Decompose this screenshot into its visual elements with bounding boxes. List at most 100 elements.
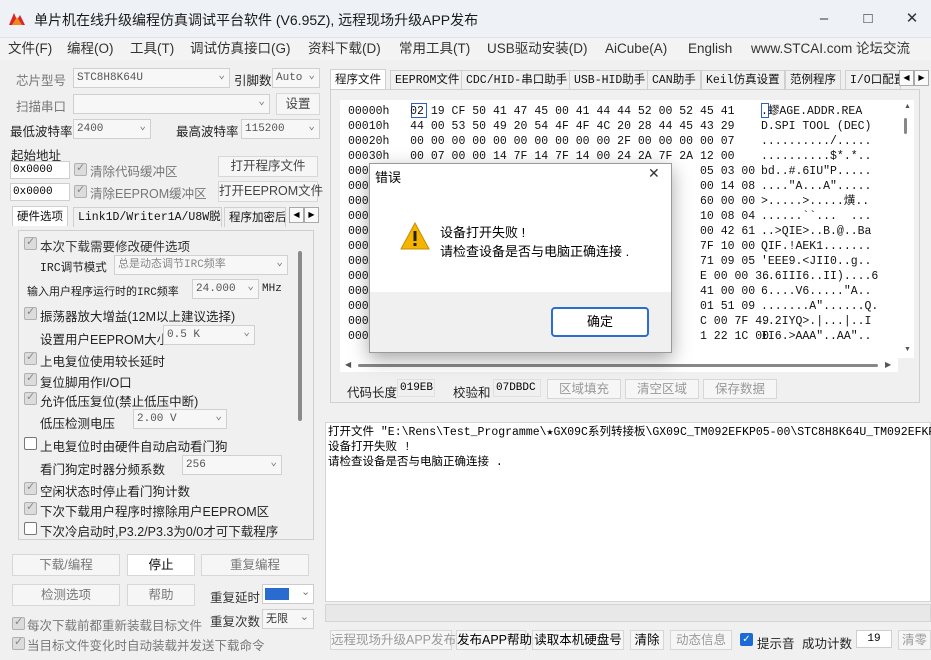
modify-options-checkbox[interactable] — [24, 235, 37, 250]
lvd-voltage-select[interactable]: 2.00 V — [133, 409, 227, 429]
hex-row-address: 00030h — [348, 150, 390, 163]
hex-row-address: 00010h — [348, 120, 390, 133]
port-select[interactable] — [73, 94, 270, 114]
scroll-thumb[interactable] — [904, 118, 907, 134]
menu-tools[interactable]: 工具(T) — [130, 38, 174, 60]
menu-debug[interactable]: 调试仿真接口(G) — [190, 38, 291, 60]
tab-can[interactable]: CAN助手 — [647, 70, 701, 90]
min-baud-select[interactable]: 2400 — [73, 119, 151, 139]
settings-button[interactable]: 设置 — [276, 93, 320, 115]
tab-io-config[interactable]: I/O口配置 — [845, 70, 901, 90]
options-scrollbar[interactable] — [298, 251, 302, 421]
output-log[interactable]: 打开文件 "E:\Rens\Test_Programme\★GX09C系列转接板… — [325, 422, 931, 602]
pin-select[interactable]: Auto — [272, 68, 320, 88]
tab-examples[interactable]: 范例程序 — [785, 70, 841, 90]
reset-count-button[interactable]: 清零 — [898, 630, 931, 650]
checksum-label: 校验和 — [453, 386, 491, 400]
clear-eeprom-checkbox[interactable] — [74, 183, 87, 198]
tab-scroll-right-icon[interactable]: ▶ — [304, 207, 319, 223]
idle-stop-wdt-label: 空闲状态时停止看门狗计数 — [40, 485, 191, 499]
scroll-right-icon[interactable]: ▶ — [885, 360, 891, 369]
check-options-button[interactable]: 检测选项 — [12, 584, 120, 606]
save-data-button[interactable]: 保存数据 — [703, 379, 777, 399]
help-button[interactable]: 帮助 — [127, 584, 195, 606]
menu-aicube[interactable]: AiCube(A) — [605, 38, 667, 60]
tab-eeprom-file[interactable]: EEPROM文件 — [390, 70, 465, 90]
lvd-reset-label: 允许低压复位(禁止低压中断) — [40, 395, 199, 409]
menu-file[interactable]: 文件(F) — [8, 38, 52, 60]
open-eeprom-file-button[interactable]: 打开EEPROM文件 — [218, 181, 323, 202]
scroll-down-icon[interactable]: ▼ — [904, 346, 911, 353]
publish-app-button[interactable]: 远程现场升级APP发布 — [330, 630, 456, 650]
erase-eeprom-label: 下次下载用户程序时擦除用户EEPROM区 — [40, 505, 270, 519]
open-program-file-button[interactable]: 打开程序文件 — [218, 156, 318, 177]
hex-row-bytes: 00 07 00 00 14 7F 14 7F 14 00 24 2A 7F 2… — [410, 150, 735, 163]
max-baud-select[interactable]: 115200 — [241, 119, 320, 139]
clear-region-button[interactable]: 清空区域 — [625, 379, 699, 399]
tab-hardware-options[interactable]: 硬件选项 — [12, 206, 68, 226]
tab-usb-hid[interactable]: USB-HID助手 — [569, 70, 651, 90]
title-bar: 单片机在线升级编程仿真调试平台软件 (V6.95Z), 远程现场升级APP发布 … — [0, 0, 931, 38]
erase-eeprom-checkbox[interactable] — [24, 500, 37, 515]
osc-gain-checkbox[interactable] — [24, 305, 37, 320]
code-address-input[interactable]: 0x0000 — [10, 161, 70, 179]
clear-log-button[interactable]: 清除 — [630, 630, 664, 650]
wdt-prescale-select[interactable]: 256 — [182, 455, 282, 475]
download-program-button[interactable]: 下载/编程 — [12, 554, 120, 576]
tab-scroll-left-icon[interactable]: ◀ — [289, 207, 304, 223]
tab-offline-writer[interactable]: Link1D/Writer1A/U8W脱机 — [73, 207, 222, 227]
menu-common-tools[interactable]: 常用工具(T) — [399, 38, 470, 60]
long-delay-checkbox[interactable] — [24, 350, 37, 365]
repeat-program-button[interactable]: 重复编程 — [201, 554, 309, 576]
menu-program[interactable]: 编程(O) — [67, 38, 114, 60]
scan-port-label: 扫描串口 — [16, 100, 67, 114]
maximize-icon[interactable]: □ — [848, 6, 888, 32]
right-tab-scroll-left-icon[interactable]: ◀ — [899, 70, 914, 86]
auto-reload-checkbox[interactable] — [12, 635, 25, 650]
hex-vertical-scrollbar[interactable]: ▲ ▼ — [898, 100, 914, 358]
minimize-icon[interactable]: – — [804, 6, 844, 32]
idle-stop-wdt-checkbox[interactable] — [24, 480, 37, 495]
auto-watchdog-checkbox[interactable] — [24, 437, 37, 450]
chip-select[interactable]: STC8H8K64U — [73, 68, 230, 88]
reload-before-download-checkbox[interactable] — [12, 615, 25, 630]
long-delay-label: 上电复位使用较长延时 — [40, 355, 166, 369]
sound-checkbox[interactable]: ✓ — [740, 633, 753, 646]
tab-encryption[interactable]: 程序加密后 — [224, 207, 286, 227]
hex-horizontal-scrollbar[interactable]: ◀ ▶ — [340, 358, 898, 372]
lvd-reset-checkbox[interactable] — [24, 390, 37, 405]
right-tab-scroll-right-icon[interactable]: ▶ — [914, 70, 929, 86]
irc-freq-select[interactable]: 24.000 — [192, 279, 259, 299]
dynamic-info-button[interactable]: 动态信息 — [670, 630, 732, 650]
publish-help-button[interactable]: 发布APP帮助 — [456, 630, 532, 650]
repeat-count-select[interactable]: 无限 — [262, 609, 314, 629]
ok-button[interactable]: 确定 — [551, 307, 649, 337]
scroll-left-icon[interactable]: ◀ — [345, 360, 351, 369]
read-disk-id-button[interactable]: 读取本机硬盘号 — [532, 630, 624, 650]
menu-download[interactable]: 资料下载(D) — [308, 38, 381, 60]
tab-program-file[interactable]: 程序文件 — [330, 69, 386, 89]
scroll-up-icon[interactable]: ▲ — [904, 103, 911, 110]
warning-icon — [400, 222, 430, 250]
repeat-delay-select[interactable]: ⌄ — [262, 584, 314, 604]
cold-start-checkbox[interactable] — [24, 522, 37, 535]
menu-forum[interactable]: www.STCAI.com 论坛交流 — [751, 38, 910, 60]
irc-mode-select[interactable]: 总是动态调节IRC频率 — [114, 255, 288, 275]
eeprom-size-select[interactable]: 0.5 K — [163, 325, 255, 345]
h-scroll-thumb[interactable] — [358, 364, 878, 367]
tab-keil-settings[interactable]: Keil仿真设置 — [701, 70, 785, 90]
dialog-message-line1: 设备打开失败 ! — [440, 225, 526, 240]
reset-pin-io-checkbox[interactable] — [24, 371, 37, 386]
stop-button[interactable]: 停止 — [127, 554, 195, 576]
repeat-delay-label: 重复延时 — [210, 591, 261, 605]
close-icon[interactable]: ✕ — [892, 6, 931, 32]
menu-usb-driver[interactable]: USB驱动安装(D) — [487, 38, 588, 60]
clear-code-checkbox[interactable] — [74, 161, 87, 176]
menu-english[interactable]: English — [688, 38, 732, 60]
dialog-message-line2: 请检查设备是否与电脑正确连接 . — [440, 244, 630, 259]
fill-region-button[interactable]: 区域填充 — [547, 379, 621, 399]
eeprom-address-input[interactable]: 0x0000 — [10, 183, 70, 201]
hex-row-bytes: 02 19 CF 50 41 47 45 00 41 44 44 52 00 5… — [410, 105, 735, 118]
tab-cdc-serial[interactable]: CDC/HID-串口助手 — [461, 70, 573, 90]
dialog-close-icon[interactable]: ✕ — [648, 165, 660, 182]
